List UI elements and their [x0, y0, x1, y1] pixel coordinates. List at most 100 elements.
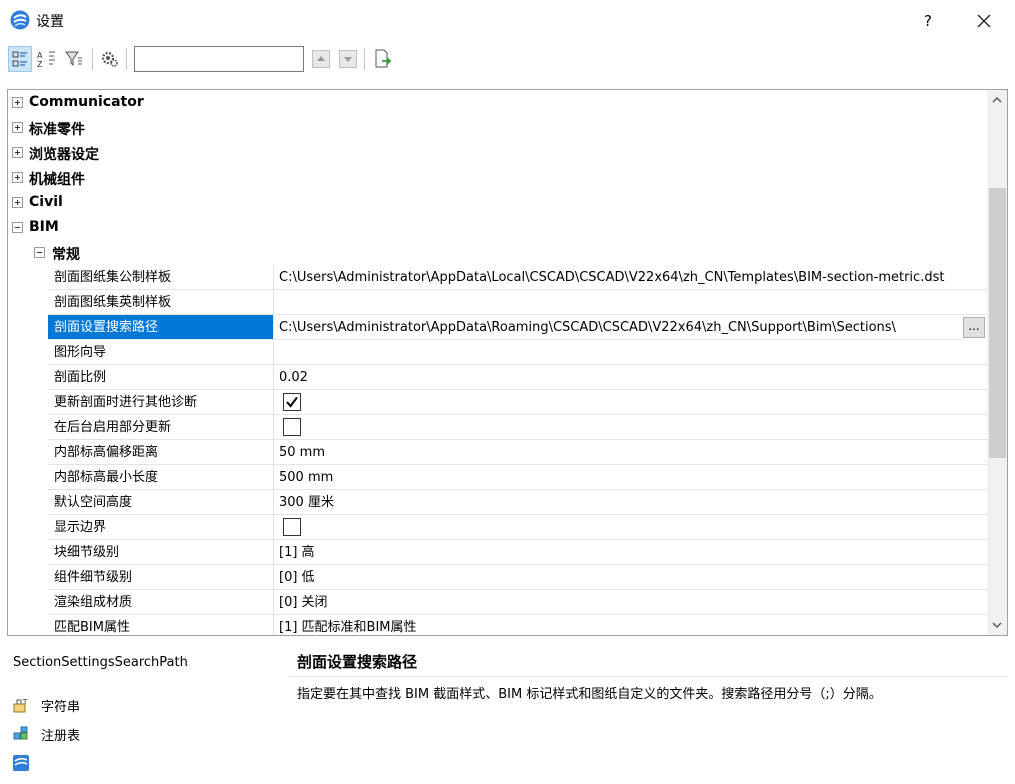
property-value[interactable]: [0] 低 — [274, 565, 987, 590]
property-row[interactable]: 内部标高最小长度 500 mm — [8, 465, 987, 490]
property-value — [274, 515, 987, 540]
property-row-selected[interactable]: 剖面设置搜索路径 C:\Users\Administrator\AppData\… — [8, 315, 987, 340]
property-row[interactable]: 图形向导 — [8, 340, 987, 365]
type-label: 字符串 — [41, 700, 81, 715]
toolbar: A Z — [0, 42, 1015, 78]
toolbar-separator — [364, 48, 365, 70]
collapse-icon[interactable] — [12, 222, 23, 233]
category-browser-settings[interactable]: 浏览器设定 — [8, 140, 987, 165]
property-value[interactable]: [0] 关闭 — [274, 590, 987, 615]
export-icon — [375, 49, 392, 68]
category-communicator[interactable]: Communicator — [8, 90, 987, 115]
property-row[interactable]: 默认空间高度 300 厘米 — [8, 490, 987, 515]
arrow-up-icon — [317, 56, 325, 61]
property-name: 更新剖面时进行其他诊断 — [48, 390, 274, 415]
property-name: 在后台启用部分更新 — [48, 415, 274, 440]
vertical-scrollbar[interactable] — [987, 90, 1007, 635]
property-row[interactable]: 组件细节级别 [0] 低 — [8, 565, 987, 590]
registry-icon — [13, 726, 28, 740]
property-row[interactable]: 显示边界 — [8, 515, 987, 540]
svg-text:T: T — [22, 698, 28, 706]
property-row[interactable]: 更新剖面时进行其他诊断 — [8, 390, 987, 415]
subcategory-label: 常规 — [52, 247, 80, 263]
property-value[interactable]: 0.02 — [274, 365, 987, 390]
window-title: 设置 — [36, 14, 64, 30]
svg-text:A: A — [37, 51, 43, 60]
checkbox-checked[interactable] — [283, 393, 301, 411]
help-button[interactable]: ? — [914, 9, 942, 33]
string-type-icon: T — [13, 698, 28, 713]
settings-button[interactable] — [98, 46, 122, 72]
expand-icon[interactable] — [12, 147, 23, 158]
chevron-down-icon — [992, 622, 1002, 628]
app-logo-icon — [13, 755, 29, 771]
filter-button[interactable] — [62, 46, 86, 72]
scrollbar-thumb[interactable] — [989, 188, 1006, 458]
property-row[interactable]: 剖面图纸集公制样板 C:\Users\Administrator\AppData… — [8, 265, 987, 290]
chevron-up-icon — [992, 97, 1002, 103]
export-button[interactable] — [370, 46, 394, 72]
category-label: 浏览器设定 — [29, 147, 99, 163]
checkbox-unchecked[interactable] — [283, 418, 301, 436]
property-row[interactable]: 剖面比例 0.02 — [8, 365, 987, 390]
expand-icon[interactable] — [12, 97, 23, 108]
checkbox-unchecked[interactable] — [283, 518, 301, 536]
scroll-down-button[interactable] — [987, 615, 1007, 635]
category-label: Communicator — [29, 94, 144, 110]
subcategory-general[interactable]: 常规 — [8, 240, 987, 265]
arrow-down-icon — [344, 57, 352, 62]
categorized-view-button[interactable] — [8, 46, 32, 72]
property-row[interactable]: 在后台启用部分更新 — [8, 415, 987, 440]
search-input[interactable] — [134, 46, 304, 72]
title-bar: 设置 ? — [0, 0, 1015, 40]
property-value[interactable]: 50 mm — [274, 440, 987, 465]
browse-button[interactable]: ... — [963, 317, 985, 338]
property-row[interactable]: 内部标高偏移距离 50 mm — [8, 440, 987, 465]
category-label: 机械组件 — [29, 172, 85, 188]
property-value[interactable]: C:\Users\Administrator\AppData\Roaming\C… — [274, 315, 962, 340]
property-row[interactable]: 剖面图纸集英制样板 — [8, 290, 987, 315]
category-standard-parts[interactable]: 标准零件 — [8, 115, 987, 140]
category-label: Civil — [29, 194, 63, 210]
category-mechanical-components[interactable]: 机械组件 — [8, 165, 987, 190]
description-divider — [290, 676, 1008, 677]
alphabetical-view-button[interactable]: A Z — [34, 46, 58, 72]
property-value[interactable]: 500 mm — [274, 465, 987, 490]
property-value[interactable]: [1] 匹配标准和BIM属性 — [274, 615, 987, 635]
expand-icon[interactable] — [12, 122, 23, 133]
property-row[interactable]: 渲染组成材质 [0] 关闭 — [8, 590, 987, 615]
property-name: 块细节级别 — [48, 540, 274, 565]
description-title: 剖面设置搜索路径 — [297, 653, 418, 671]
expand-icon[interactable] — [12, 172, 23, 183]
property-value[interactable] — [274, 340, 987, 365]
collapse-icon[interactable] — [34, 247, 45, 258]
category-bim[interactable]: BIM — [8, 215, 987, 240]
property-value[interactable]: 300 厘米 — [274, 490, 987, 515]
toolbar-separator — [92, 48, 93, 70]
property-row[interactable]: 匹配BIM属性 [1] 匹配标准和BIM属性 — [8, 615, 987, 635]
property-value — [274, 415, 987, 440]
svg-text:Z: Z — [37, 60, 43, 69]
previous-match-button[interactable] — [312, 50, 330, 68]
property-name: 图形向导 — [48, 340, 274, 365]
next-match-button[interactable] — [339, 50, 357, 68]
category-label: 标准零件 — [29, 122, 85, 138]
property-name: 内部标高最小长度 — [48, 465, 274, 490]
property-name: 组件细节级别 — [48, 565, 274, 590]
expand-icon[interactable] — [12, 197, 23, 208]
property-value[interactable]: [1] 高 — [274, 540, 987, 565]
scroll-up-button[interactable] — [987, 90, 1007, 110]
toolbar-separator — [126, 48, 127, 70]
property-value[interactable] — [274, 290, 987, 315]
property-row[interactable]: 块细节级别 [1] 高 — [8, 540, 987, 565]
filter-icon — [65, 51, 82, 67]
app-logo-icon — [10, 10, 30, 30]
property-name: 默认空间高度 — [48, 490, 274, 515]
close-button[interactable] — [968, 8, 1000, 34]
property-value[interactable]: C:\Users\Administrator\AppData\Local\CSC… — [274, 265, 987, 290]
categorized-icon — [12, 51, 27, 67]
checkmark-icon — [286, 396, 298, 408]
category-civil[interactable]: Civil — [8, 190, 987, 215]
property-name: 内部标高偏移距离 — [48, 440, 274, 465]
property-name: 渲染组成材质 — [48, 590, 274, 615]
